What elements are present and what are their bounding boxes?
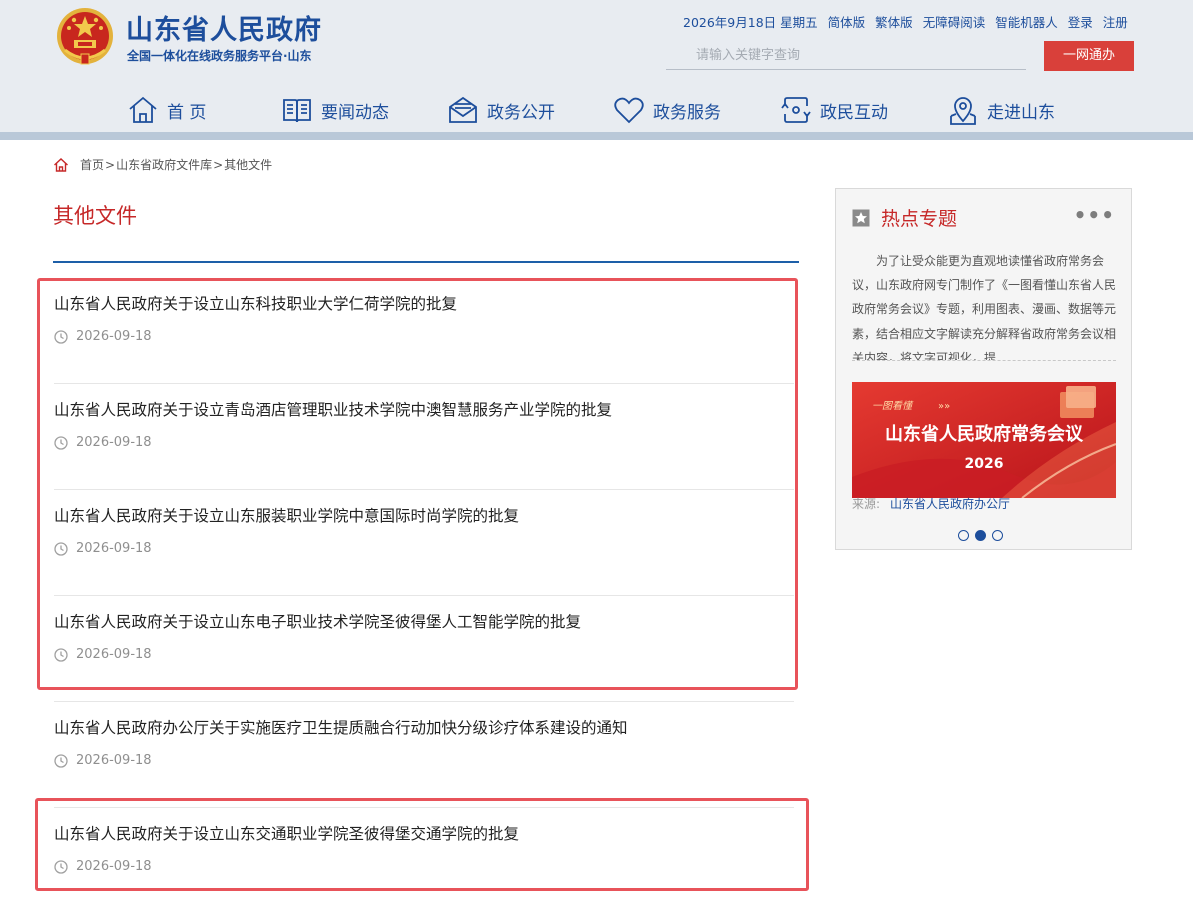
document-title-link[interactable]: 山东省人民政府关于设立山东电子职业技术学院圣彼得堡人工智能学院的批复: [54, 610, 581, 632]
main-nav: 首 页 要闻动态 政务公开 政务服务 政民互动 走进山东: [0, 88, 1193, 132]
search-input[interactable]: [666, 42, 1026, 69]
source-link[interactable]: 山东省人民政府办公厅: [890, 497, 1010, 511]
carousel-dot[interactable]: [958, 530, 969, 541]
list-item: 山东省人民政府关于设立青岛酒店管理职业技术学院中澳智慧服务产业学院的批复 202…: [54, 384, 794, 490]
mail-icon: [449, 96, 477, 123]
current-date: 2026年9月18日 星期五: [683, 15, 818, 30]
site-header: 山东省人民政府 全国一体化在线政务服务平台·山东 2026年9月18日 星期五 …: [0, 0, 1193, 136]
nav-interaction[interactable]: 政民互动: [780, 88, 888, 132]
document-title-link[interactable]: 山东省人民政府关于设立山东科技职业大学仁荷学院的批复: [54, 292, 457, 314]
list-item: 山东省人民政府关于设立山东服装职业学院中意国际时尚学院的批复 2026-09-1…: [54, 490, 794, 596]
interaction-icon: [781, 97, 811, 123]
search-box: [666, 42, 1026, 70]
list-item: 山东省人民政府关于设立山东交通职业学院圣彼得堡交通学院的批复 2026-09-1…: [54, 808, 794, 914]
document-date: 2026-09-18: [76, 753, 152, 768]
clock-icon: [54, 859, 68, 874]
clock-icon: [54, 541, 68, 556]
date-row: 2026-09-18: [54, 541, 152, 556]
date-row: 2026-09-18: [54, 859, 152, 874]
document-date: 2026-09-18: [76, 435, 152, 450]
header-divider: [0, 132, 1193, 140]
nav-label: 政民互动: [820, 102, 888, 123]
nav-about-shandong[interactable]: 走进山东: [947, 88, 1055, 132]
nav-news[interactable]: 要闻动态: [281, 88, 389, 132]
carousel-dot[interactable]: [992, 530, 1003, 541]
carousel-dot-active[interactable]: [975, 530, 986, 541]
document-title-link[interactable]: 山东省人民政府关于设立山东服装职业学院中意国际时尚学院的批复: [54, 504, 519, 526]
clock-icon: [54, 753, 68, 768]
date-row: 2026-09-18: [54, 647, 152, 662]
document-date: 2026-09-18: [76, 541, 152, 556]
title-divider: [53, 261, 799, 263]
nav-home[interactable]: 首 页: [127, 88, 206, 132]
document-date: 2026-09-18: [76, 329, 152, 344]
link-login[interactable]: 登录: [1068, 12, 1093, 31]
star-icon: [852, 209, 870, 226]
site-title: 山东省人民政府: [126, 15, 322, 46]
nav-label: 走进山东: [987, 102, 1055, 123]
breadcrumb-file-library[interactable]: 山东省政府文件库: [116, 156, 212, 173]
nav-label: 首 页: [167, 102, 207, 123]
hot-topics-panel: 热点专题 ••• 为了让受众能更为直观地读懂省政府常务会议，山东政府网专门制作了…: [835, 188, 1132, 550]
list-item: 山东省人民政府关于设立山东科技职业大学仁荷学院的批复 2026-09-18: [54, 278, 794, 384]
banner-tag: 一图看懂: [872, 400, 914, 412]
panel-title: 热点专题: [881, 208, 958, 230]
date-row: 2026-09-18: [54, 329, 152, 344]
home-icon: [54, 157, 68, 172]
list-item: 山东省人民政府办公厅关于实施医疗卫生提质融合行动加快分级诊疗体系建设的通知 20…: [54, 702, 794, 808]
breadcrumb-current: 其他文件: [224, 158, 273, 172]
banner-year: 2026: [965, 456, 1004, 472]
link-robot[interactable]: 智能机器人: [995, 12, 1058, 31]
link-traditional[interactable]: 繁体版: [875, 12, 913, 31]
source-label: 来源:: [852, 497, 881, 511]
nav-label: 要闻动态: [321, 102, 389, 123]
clock-icon: [54, 647, 68, 662]
date-row: 2026-09-18: [54, 753, 152, 768]
panel-header: 热点专题: [852, 204, 957, 231]
one-network-button[interactable]: 一网通办: [1044, 41, 1134, 71]
document-title-link[interactable]: 山东省人民政府办公厅关于实施医疗卫生提质融合行动加快分级诊疗体系建设的通知: [54, 716, 628, 738]
breadcrumb-separator: >: [213, 157, 224, 172]
clock-icon: [54, 329, 68, 344]
link-register[interactable]: 注册: [1103, 12, 1128, 31]
document-title-link[interactable]: 山东省人民政府关于设立山东交通职业学院圣彼得堡交通学院的批复: [54, 822, 519, 844]
nav-label: 政务公开: [487, 102, 555, 123]
document-title-link[interactable]: 山东省人民政府关于设立青岛酒店管理职业技术学院中澳智慧服务产业学院的批复: [54, 398, 612, 420]
location-icon: [950, 97, 976, 125]
nav-label: 政务服务: [653, 102, 721, 123]
home-icon: [129, 96, 157, 123]
nav-open-government[interactable]: 政务公开: [447, 88, 555, 132]
breadcrumb-home[interactable]: 首页: [80, 156, 104, 173]
site-subtitle: 全国一体化在线政务服务平台·山东: [127, 49, 312, 63]
banner-title: 山东省人民政府常务会议: [885, 423, 1084, 445]
list-item: 山东省人民政府关于设立山东电子职业技术学院圣彼得堡人工智能学院的批复 2026-…: [54, 596, 794, 702]
document-list: 山东省人民政府关于设立山东科技职业大学仁荷学院的批复 2026-09-18 山东…: [54, 278, 794, 914]
breadcrumb: 首页 > 山东省政府文件库 > 其他文件: [53, 156, 272, 173]
document-date: 2026-09-18: [76, 647, 152, 662]
top-links: 2026年9月18日 星期五 简体版 繁体版 无障碍阅读 智能机器人 登录 注册: [683, 12, 1128, 31]
clock-icon: [54, 435, 68, 450]
topic-source: 来源: 山东省人民政府办公厅: [852, 495, 1010, 512]
national-emblem-icon: [57, 8, 113, 65]
banner-arrows: »»: [938, 401, 950, 412]
book-icon: [283, 99, 311, 123]
carousel-indicators: [958, 530, 1009, 541]
document-date: 2026-09-18: [76, 859, 152, 874]
heart-icon: [614, 97, 644, 124]
more-icon[interactable]: •••: [1074, 203, 1115, 227]
link-simplified[interactable]: 简体版: [828, 12, 866, 31]
breadcrumb-separator: >: [105, 157, 116, 172]
topic-description: 为了让受众能更为直观地读懂省政府常务会议，山东政府网专门制作了《一图看懂山东省人…: [852, 249, 1116, 361]
page-title: 其他文件: [53, 204, 137, 228]
link-accessibility[interactable]: 无障碍阅读: [923, 12, 986, 31]
date-row: 2026-09-18: [54, 435, 152, 450]
topic-banner-image[interactable]: 一图看懂 »» 山东省人民政府常务会议 2026: [852, 382, 1116, 498]
nav-services[interactable]: 政务服务: [613, 88, 721, 132]
